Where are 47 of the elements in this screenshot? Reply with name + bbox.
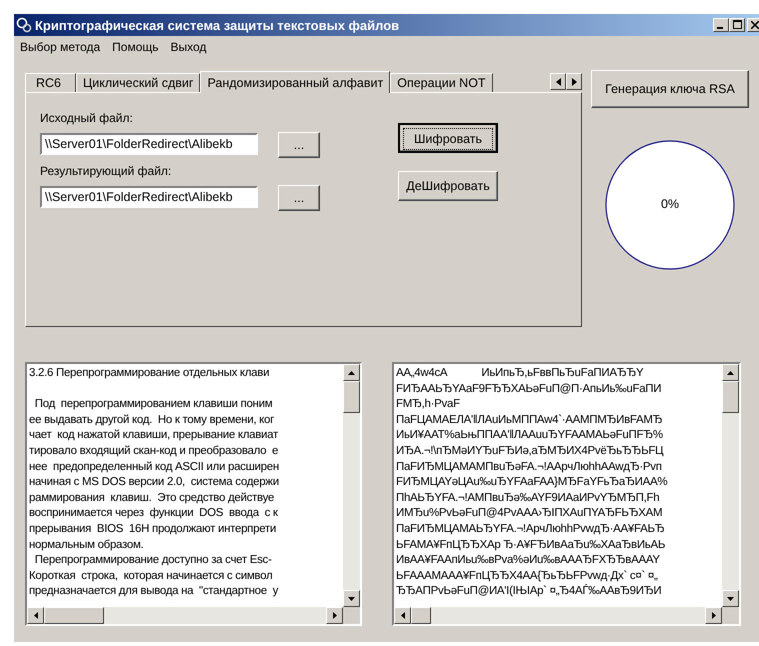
- field-label: Результирующий файл:: [40, 164, 172, 178]
- browse-button[interactable]: ...: [278, 132, 320, 158]
- text-line: FMЂ,h·PvaF: [396, 397, 461, 412]
- decrypt-button[interactable]: ДеШифровать: [398, 171, 498, 201]
- menu-item[interactable]: Помощь: [112, 40, 159, 54]
- text-line: Короткая строка, которая начинается с символ: [29, 568, 274, 584]
- text-line: AA„4w4cA ИьИпьЂ,ьFввПьЂuFaПИАЂЂY: [396, 366, 644, 381]
- text-line: чает код нажатой клавиши, прерывание клавиат: [29, 428, 279, 444]
- text-line: FИЂААЬЂYAaF9FЂЂXAЬәFuП@П·АпьИь‰uFaПИ: [396, 382, 662, 397]
- text-line: тировало входящий скан-код и преобразовало е: [29, 444, 280, 459]
- browse-button[interactable]: ...: [278, 185, 320, 211]
- text-line: Перепрограммирование доступно за счет Esc-: [34, 553, 273, 568]
- text-line: ПaFИЂMЦAMAMПвuЂәFA.¬!AApчЛюhhAAwдЂ·Pvп: [396, 460, 663, 475]
- text-line: раммирования клавиш. Это средство действуе: [29, 490, 276, 506]
- text-line: воспринимается через функции DOS ввода с к: [29, 506, 279, 522]
- text-line: нормальным образом.: [29, 538, 144, 553]
- encrypt-button[interactable]: Шифровать: [398, 123, 498, 153]
- text-line: начиная с MS DOS версии 2.0, система содержи: [29, 475, 280, 490]
- text-line: ИьИ¥AAT%aЬњППAA'‖ЛAAuuЂYFAAMAЬәFuПFЂ%: [396, 428, 664, 444]
- input-field[interactable]: \\Server01\FolderRedirect\Alibekb: [40, 186, 258, 208]
- text-line: ПhAЬЂYFA.¬!AMПвuЂә‰AYF9ИAaИPvYЂMЂП,Fh: [396, 490, 660, 506]
- tab[interactable]: Циклический сдвиг: [76, 73, 200, 92]
- tab[interactable]: Рандомизированный алфавит: [200, 71, 390, 93]
- input-field[interactable]: \\Server01\FolderRedirect\Alibekb: [40, 132, 258, 154]
- text-line: предназначается для вывода на "стандартное у: [29, 584, 280, 600]
- rsa-key-button[interactable]: Генерация ключа RSA: [591, 70, 749, 108]
- text-line: ЬFAAAMAAA¥FпЦЂЂX4AA{ЂьЂЬFPvwд·Дх` с¤` ¤„: [396, 568, 659, 584]
- text-line: Под перепрограммированием клавиши поним: [34, 397, 274, 412]
- field-label: Исходный файл:: [40, 111, 134, 125]
- text-line: ИЂA.¬!\пЂМәИYЂuFЂИә,aЂМЂИX4PvёЂьЂЂЬFЦ: [396, 444, 664, 459]
- text-line: ИвAA¥FAAпИьu‰вPva%әИu‰вAAAЂFXЂЂвAAAY: [396, 553, 661, 568]
- text-line: прерывания BIOS 16H продолжают интерпрети: [29, 522, 277, 537]
- text-line: нее предопределенный код ASCII или расширен: [29, 460, 280, 475]
- progress-reading: 0%: [660, 197, 680, 211]
- text-line: 3.2.6 Перепрограммирование отдельных клави: [29, 366, 270, 381]
- text-line: ЬFAMA¥FпЦЂЂXAp Ђ·A¥FЂИвAaЂu‰XAaЂвИьAЬ: [396, 538, 666, 553]
- text-line: ПaFЦAMAEЛA'‖ЛAuИьМППAw4`·AAMПMЂИвFAMЂ: [396, 412, 664, 428]
- tab[interactable]: RC6: [25, 73, 76, 92]
- text-line: ИMЂu%PvЬәFuП@4PvAAA›ЂIПXAuПYAЂFЬЂXAM: [396, 506, 664, 522]
- menu-item[interactable]: Выход: [170, 40, 206, 54]
- text-line: FИЂMЦAYәЦAu‰uЂYFAaFAA}MЂFaYFьЂaЂИAA%: [396, 475, 668, 490]
- window-title: Криптографическая система защиты текстовых файлов: [35, 18, 400, 32]
- tab[interactable]: Операции NOT: [390, 73, 493, 92]
- menu-item[interactable]: Выбор метода: [20, 40, 100, 54]
- text-line: ЂЂAПPvЬәFuП@ИA'I(IЊIAp` ¤„Ђ4AЃ‰AAвЂ9ИЂИ: [396, 584, 662, 600]
- text-line: ее выдавать другой код. Но к тому времени, ког: [29, 412, 275, 428]
- text-line: ПaFИЂMЦAMAЬЂYFA.¬!ApчЛюhhPvwдЂ·AA¥FAЬЂ: [396, 522, 666, 537]
